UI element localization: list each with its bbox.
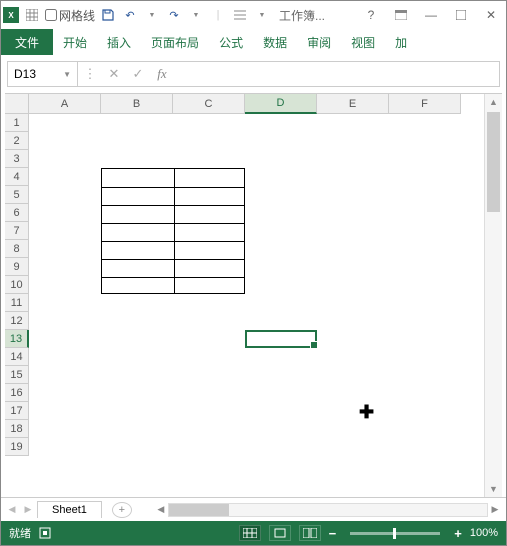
tab-home[interactable]: 开始 bbox=[53, 29, 97, 55]
zoom-level[interactable]: 100% bbox=[470, 527, 498, 539]
name-box-dropdown-icon[interactable]: ▼ bbox=[63, 70, 71, 79]
col-header-c[interactable]: C bbox=[173, 94, 245, 114]
hscroll-track[interactable] bbox=[168, 503, 488, 517]
row-header-6[interactable]: 6 bbox=[5, 204, 29, 222]
row-header-12[interactable]: 12 bbox=[5, 312, 29, 330]
row-header-17[interactable]: 17 bbox=[5, 402, 29, 420]
tab-review[interactable]: 审阅 bbox=[297, 29, 341, 55]
status-bar: 就绪 − + 100% bbox=[1, 521, 506, 545]
tab-insert[interactable]: 插入 bbox=[97, 29, 141, 55]
row-header-10[interactable]: 10 bbox=[5, 276, 29, 294]
col-header-a[interactable]: A bbox=[29, 94, 101, 114]
column-headers: A B C D E F bbox=[29, 94, 484, 114]
formula-enter-icon[interactable]: ✓ bbox=[126, 62, 150, 86]
help-button[interactable]: ? bbox=[358, 5, 384, 25]
row-header-13[interactable]: 13 bbox=[5, 330, 29, 348]
row-header-2[interactable]: 2 bbox=[5, 132, 29, 150]
vscroll-thumb[interactable] bbox=[487, 112, 500, 212]
row-header-8[interactable]: 8 bbox=[5, 240, 29, 258]
excel-app-icon: X bbox=[3, 7, 19, 23]
tab-formulas[interactable]: 公式 bbox=[209, 29, 253, 55]
view-normal-icon[interactable] bbox=[239, 525, 261, 541]
sheet-tab-sheet1[interactable]: Sheet1 bbox=[37, 501, 102, 518]
formula-bar: D13 ▼ ⋮ ✕ ✓ fx bbox=[7, 61, 500, 87]
qa-divider: | bbox=[209, 6, 227, 24]
gridlines-checkbox-input[interactable] bbox=[45, 9, 57, 21]
row-header-14[interactable]: 14 bbox=[5, 348, 29, 366]
col-header-e[interactable]: E bbox=[317, 94, 389, 114]
qa-grid-icon[interactable] bbox=[23, 6, 41, 24]
save-icon[interactable] bbox=[99, 6, 117, 24]
row-header-5[interactable]: 5 bbox=[5, 186, 29, 204]
add-sheet-button[interactable]: + bbox=[112, 502, 132, 518]
name-box[interactable]: D13 ▼ bbox=[8, 62, 78, 86]
sheet-nav-next-icon[interactable]: ▶ bbox=[21, 504, 35, 515]
title-bar: X 网格线 ↶ ▼ ↷ ▼ | ▼ 工作簿... ? — ✕ bbox=[1, 1, 506, 29]
zoom-in-button[interactable]: + bbox=[454, 526, 462, 541]
col-header-f[interactable]: F bbox=[389, 94, 461, 114]
row-header-3[interactable]: 3 bbox=[5, 150, 29, 168]
spreadsheet-grid[interactable]: A B C D E F 1234567891011121314151617181… bbox=[5, 93, 502, 497]
gridlines-label: 网格线 bbox=[59, 7, 95, 24]
hscroll-left-icon[interactable]: ◀ bbox=[154, 504, 168, 515]
macro-record-icon[interactable] bbox=[39, 527, 51, 539]
sheet-nav-prev-icon[interactable]: ◀ bbox=[5, 504, 19, 515]
zoom-slider[interactable] bbox=[350, 532, 440, 535]
undo-dropdown-icon[interactable]: ▼ bbox=[143, 6, 161, 24]
gridlines-checkbox[interactable]: 网格线 bbox=[45, 7, 95, 24]
bordered-table[interactable] bbox=[101, 168, 245, 294]
row-header-15[interactable]: 15 bbox=[5, 366, 29, 384]
scroll-down-icon[interactable]: ▼ bbox=[485, 481, 502, 497]
list-icon[interactable] bbox=[231, 6, 249, 24]
maximize-button[interactable] bbox=[448, 5, 474, 25]
status-ready: 就绪 bbox=[9, 525, 31, 541]
view-page-layout-icon[interactable] bbox=[269, 525, 291, 541]
tab-data[interactable]: 数据 bbox=[253, 29, 297, 55]
zoom-out-button[interactable]: − bbox=[329, 526, 337, 541]
qa-customize-dropdown-icon[interactable]: ▼ bbox=[253, 6, 271, 24]
col-header-b[interactable]: B bbox=[101, 94, 173, 114]
row-header-11[interactable]: 11 bbox=[5, 294, 29, 312]
redo-icon[interactable]: ↷ bbox=[165, 6, 183, 24]
hscroll-right-icon[interactable]: ▶ bbox=[488, 504, 502, 515]
col-header-d[interactable]: D bbox=[245, 94, 317, 114]
formula-more-icon[interactable]: ⋮ bbox=[78, 62, 102, 86]
row-header-9[interactable]: 9 bbox=[5, 258, 29, 276]
tab-view[interactable]: 视图 bbox=[341, 29, 385, 55]
cells-area[interactable]: ✚ bbox=[29, 114, 484, 497]
tab-file[interactable]: 文件 bbox=[1, 29, 53, 55]
cursor-cross-icon: ✚ bbox=[359, 402, 374, 423]
ribbon-tabs: 文件 开始 插入 页面布局 公式 数据 审阅 视图 加 bbox=[1, 29, 506, 55]
horizontal-scrollbar[interactable]: ◀ ▶ bbox=[154, 502, 502, 518]
row-headers: 12345678910111213141516171819 bbox=[5, 114, 29, 497]
scroll-up-icon[interactable]: ▲ bbox=[485, 94, 502, 110]
sheet-tab-bar: ◀ ▶ Sheet1 + ◀ ▶ bbox=[1, 497, 506, 521]
undo-icon[interactable]: ↶ bbox=[121, 6, 139, 24]
minimize-button[interactable]: — bbox=[418, 5, 444, 25]
ribbon-display-options-icon[interactable] bbox=[388, 5, 414, 25]
row-header-16[interactable]: 16 bbox=[5, 384, 29, 402]
row-header-19[interactable]: 19 bbox=[5, 438, 29, 456]
vertical-scrollbar[interactable]: ▲ ▼ bbox=[484, 94, 502, 497]
view-page-break-icon[interactable] bbox=[299, 525, 321, 541]
name-box-value: D13 bbox=[14, 67, 36, 81]
tab-page-layout[interactable]: 页面布局 bbox=[141, 29, 209, 55]
insert-function-icon[interactable]: fx bbox=[150, 62, 174, 86]
tab-addins[interactable]: 加 bbox=[385, 29, 417, 55]
redo-dropdown-icon[interactable]: ▼ bbox=[187, 6, 205, 24]
select-all-corner[interactable] bbox=[5, 94, 29, 114]
row-header-18[interactable]: 18 bbox=[5, 420, 29, 438]
row-header-4[interactable]: 4 bbox=[5, 168, 29, 186]
cell-selection[interactable] bbox=[245, 330, 317, 348]
hscroll-thumb[interactable] bbox=[169, 504, 229, 516]
formula-cancel-icon[interactable]: ✕ bbox=[102, 62, 126, 86]
close-button[interactable]: ✕ bbox=[478, 5, 504, 25]
row-header-1[interactable]: 1 bbox=[5, 114, 29, 132]
row-header-7[interactable]: 7 bbox=[5, 222, 29, 240]
window-title: 工作簿... bbox=[279, 7, 325, 24]
